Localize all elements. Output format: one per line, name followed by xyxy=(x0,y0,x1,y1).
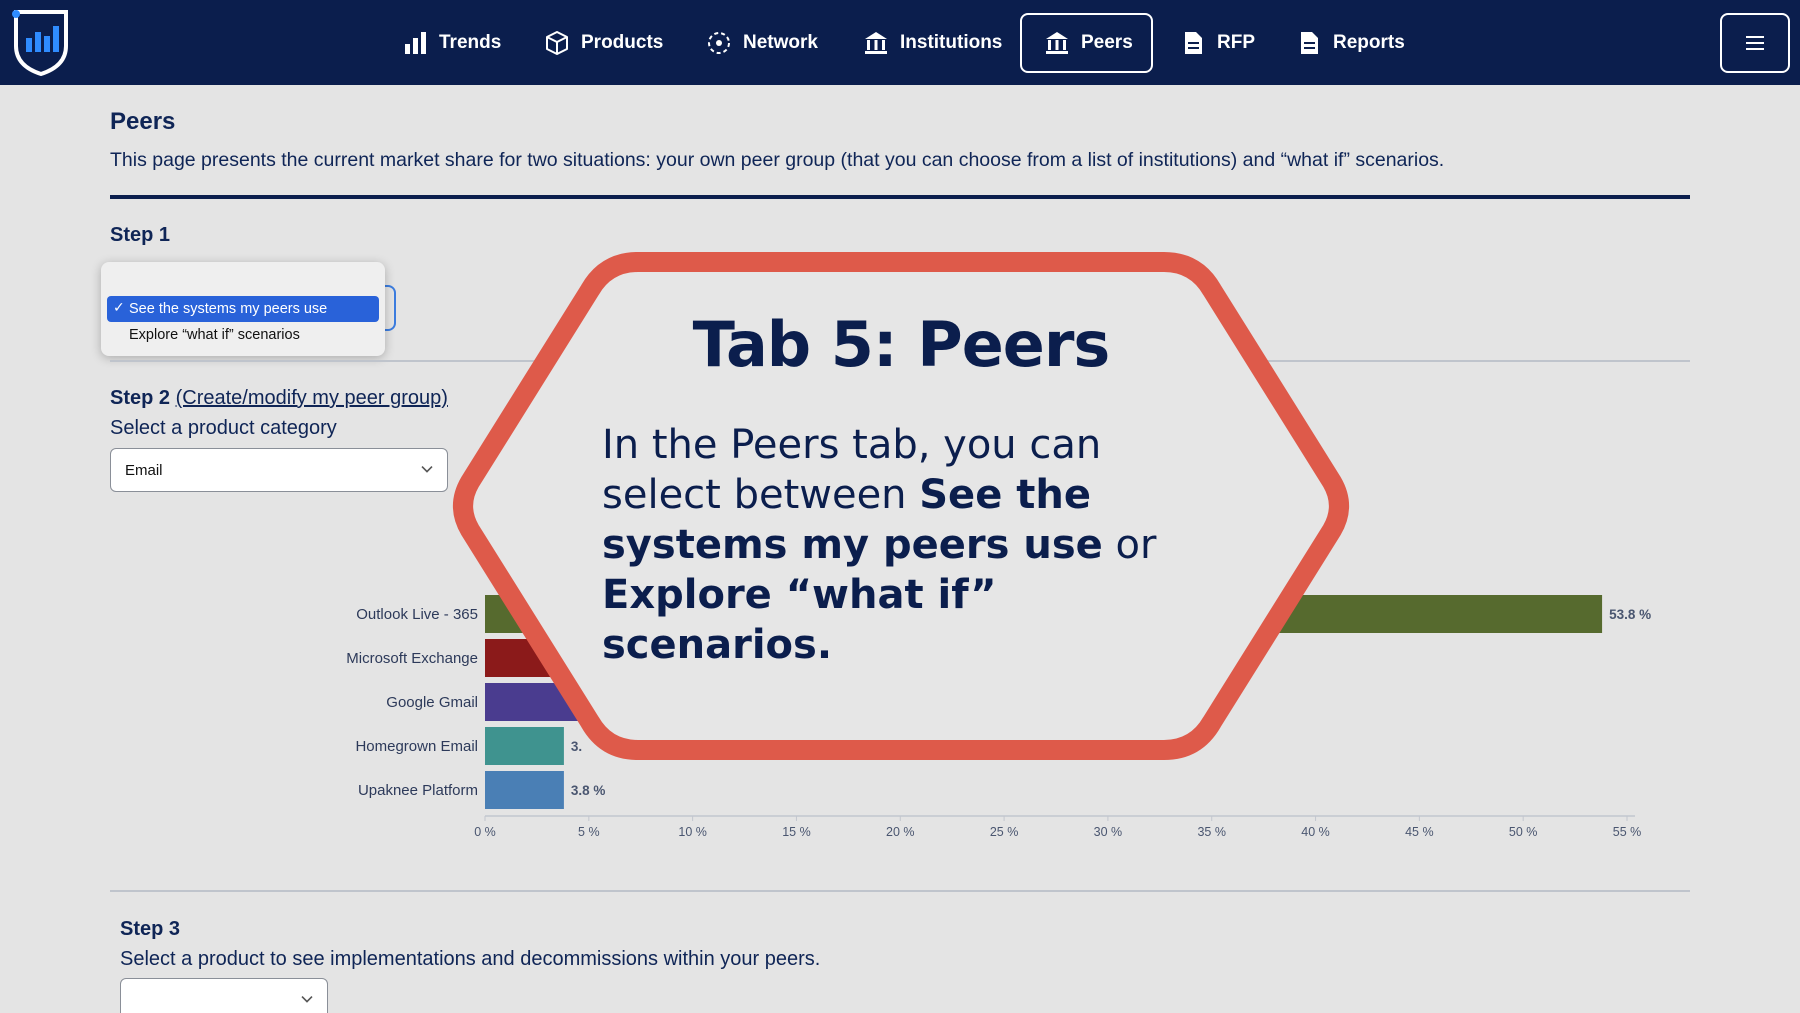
x-tick-label: 20 % xyxy=(886,825,915,839)
x-tick-label: 15 % xyxy=(782,825,811,839)
chevron-down-icon xyxy=(301,996,313,1003)
x-tick-label: 10 % xyxy=(678,825,707,839)
product-select[interactable] xyxy=(120,978,328,1013)
x-tick-label: 25 % xyxy=(990,825,1019,839)
x-tick-label: 40 % xyxy=(1301,825,1330,839)
callout-title: Tab 5: Peers xyxy=(692,308,1111,381)
tutorial-callout: Tab 5: Peers In the Peers tab, you can s… xyxy=(448,252,1354,760)
x-tick-label: 30 % xyxy=(1094,825,1123,839)
callout-text: or xyxy=(1102,522,1157,568)
callout-body: In the Peers tab, you can select between… xyxy=(602,420,1222,670)
x-tick-label: 55 % xyxy=(1613,825,1642,839)
data-label: 3.8 % xyxy=(571,783,606,798)
step3-sub: Select a product to see implementations … xyxy=(120,948,821,970)
x-tick-label: 45 % xyxy=(1405,825,1434,839)
bar xyxy=(485,771,564,809)
data-label: 53.8 % xyxy=(1609,607,1651,622)
step-divider xyxy=(110,890,1690,892)
callout-option-what-if: Explore “what if” scenarios. xyxy=(602,572,997,668)
x-tick-label: 5 % xyxy=(578,825,600,839)
x-tick-label: 50 % xyxy=(1509,825,1538,839)
step3-label: Step 3 xyxy=(120,918,181,940)
category-label: Upaknee Platform xyxy=(358,782,478,799)
x-tick-label: 35 % xyxy=(1197,825,1226,839)
x-tick-label: 0 % xyxy=(474,825,496,839)
